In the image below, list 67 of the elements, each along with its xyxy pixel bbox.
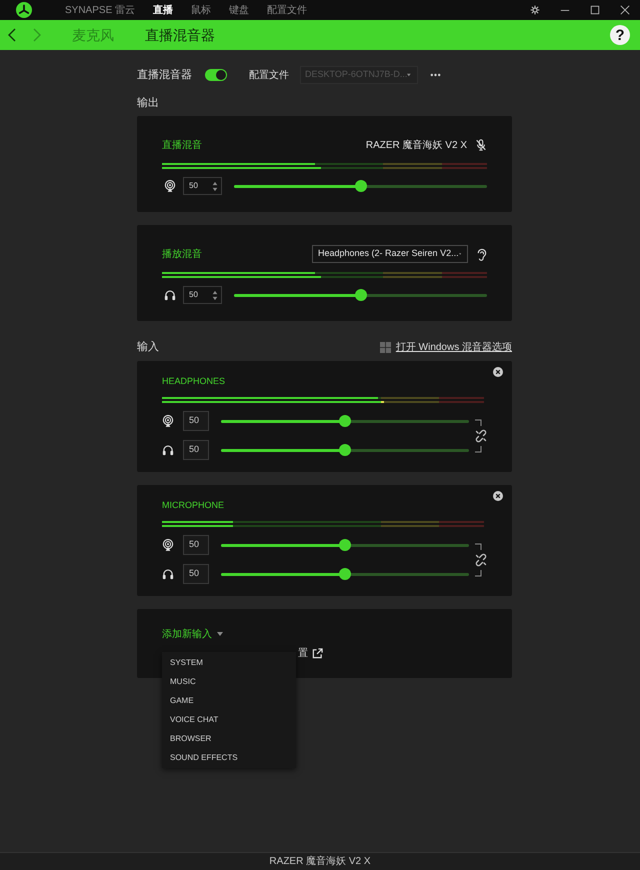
slider-thumb[interactable] (354, 180, 366, 192)
volume-field[interactable]: 50 (183, 286, 222, 304)
headphones-icon (164, 289, 176, 301)
volume-slider[interactable] (221, 415, 469, 427)
volume-slider[interactable] (221, 539, 469, 551)
hint-text: 置 (298, 646, 308, 660)
more-icon[interactable] (430, 73, 441, 77)
settings-icon[interactable] (530, 5, 540, 15)
slider-thumb[interactable] (354, 289, 366, 301)
ear-icon[interactable] (476, 248, 487, 260)
back-icon[interactable] (8, 28, 16, 42)
menu-tab[interactable]: 直播 (153, 2, 174, 18)
profile-label: 配置文件 (249, 68, 289, 82)
volume-field[interactable]: 50 (183, 564, 209, 584)
mix-title: 直播混音 (162, 138, 202, 152)
menu-tab[interactable]: SYNAPSE 雷云 (65, 2, 136, 18)
caret-icon (217, 632, 223, 636)
slider-thumb[interactable] (339, 539, 351, 551)
spinner-icon[interactable] (212, 290, 218, 300)
broadcast-icon (162, 539, 174, 551)
menu-item[interactable]: BROWSER (162, 729, 296, 748)
volume-slider[interactable] (234, 289, 487, 301)
help-button[interactable]: ? (610, 25, 630, 45)
slider-thumb[interactable] (339, 444, 351, 456)
windows-mixer-link[interactable]: 打开 Windows 混音器选项 (396, 340, 512, 354)
volume-field[interactable]: 50 (183, 411, 209, 431)
menu-item[interactable]: SYSTEM (162, 653, 296, 672)
section-heading: 输出 (137, 96, 160, 110)
volume-field[interactable]: 50 (183, 440, 209, 460)
menu-item[interactable]: VOICE CHAT (162, 710, 296, 729)
mic-off-icon[interactable] (475, 139, 487, 151)
menu-tab[interactable]: 键盘 (229, 2, 250, 18)
broadcast-icon (164, 180, 176, 192)
slider-thumb[interactable] (339, 568, 351, 580)
remove-icon[interactable] (493, 367, 503, 377)
broadcast-icon (162, 415, 174, 427)
remove-icon[interactable] (493, 491, 503, 501)
menu-item[interactable]: SOUND EFFECTS (162, 748, 296, 767)
menu-item[interactable]: GAME (162, 691, 296, 710)
volume-slider[interactable] (221, 444, 469, 456)
section-heading: 输入 (137, 340, 159, 354)
caret-icon (407, 73, 411, 77)
spinner-icon[interactable] (212, 180, 218, 192)
external-link-icon[interactable] (312, 648, 323, 658)
volume-slider[interactable] (221, 568, 469, 580)
status-text: RAZER 魔音海妖 V2 X (269, 854, 371, 869)
menu-tab[interactable]: 鼠标 (191, 2, 212, 18)
windows-icon (380, 342, 391, 352)
volume-slider[interactable] (234, 180, 487, 192)
mixer-label: 直播混音器 (137, 68, 192, 83)
headphones-icon (162, 568, 174, 580)
mix-title: 播放混音 (162, 248, 202, 262)
input-title: MICROPHONE (162, 499, 224, 512)
menu-tab[interactable]: 配置文件 (267, 2, 308, 18)
add-input-dropdown[interactable]: 添加新输入 (162, 627, 223, 641)
volume-field[interactable]: 50 (183, 535, 209, 555)
maximize-icon[interactable] (590, 5, 600, 15)
slider-thumb[interactable] (339, 415, 351, 427)
nav-tab[interactable]: 直播混音器 (145, 24, 215, 46)
toggle-switch[interactable] (205, 69, 227, 81)
input-title: HEADPHONES (162, 375, 226, 388)
device-name: RAZER 魔音海妖 V2 X (366, 138, 467, 152)
device-dropdown[interactable]: Headphones (2- Razer Seiren V2... (312, 245, 468, 263)
menu-item[interactable]: MUSIC (162, 672, 296, 691)
close-icon[interactable] (620, 5, 630, 15)
headphones-icon (162, 444, 174, 456)
volume-field[interactable]: 50 (183, 177, 222, 195)
